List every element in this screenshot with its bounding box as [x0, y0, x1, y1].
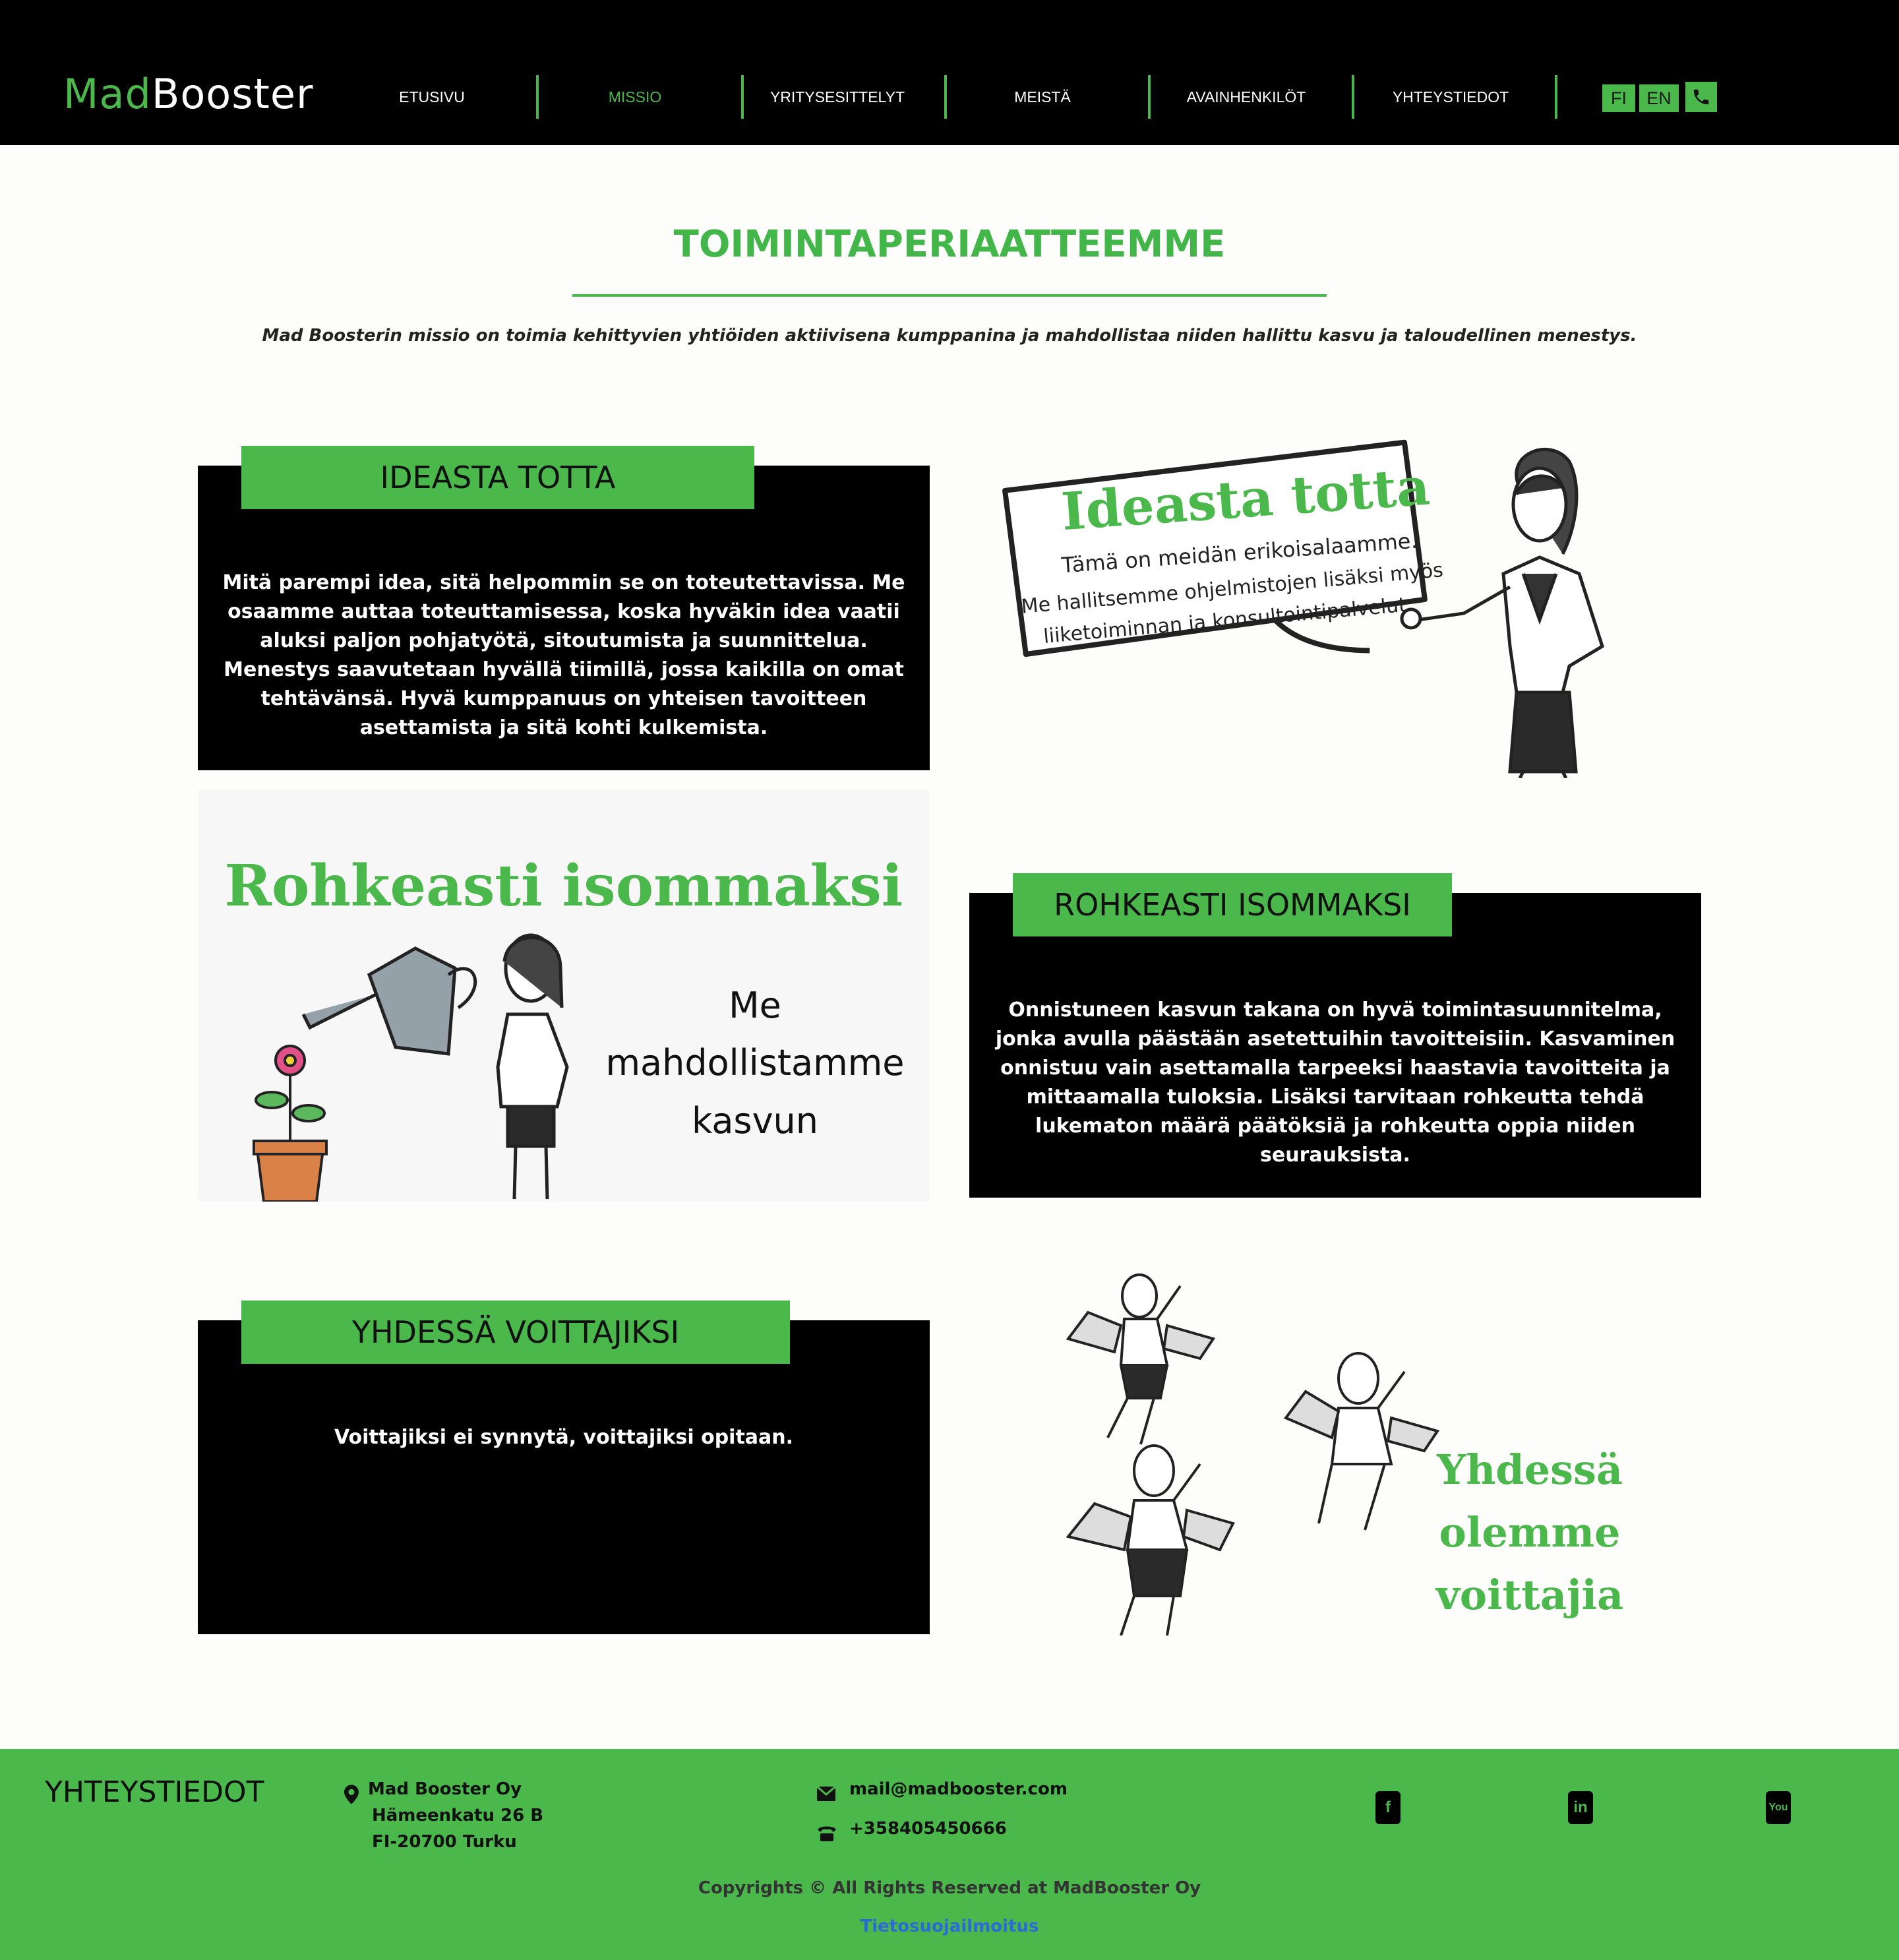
flying-woman-bottom-figure — [1066, 1444, 1235, 1636]
linkedin-icon[interactable]: in — [1568, 1791, 1593, 1824]
illustration-rohkeasti: Rohkeasti isommaksi Me mahdollistamme ka… — [198, 790, 930, 1202]
illus-yhdessa-line2: olemme — [1439, 1508, 1620, 1556]
card-yhdessa-voittajiksi — [198, 1320, 930, 1634]
location-pin-icon — [344, 1785, 359, 1804]
illus-yhdessa-line1: Yhdessä — [1436, 1446, 1623, 1494]
flying-man-figure — [1283, 1352, 1440, 1531]
telephone-icon — [818, 1826, 836, 1841]
site-header: MadBooster ETUSIVU MISSIO YRITYSESITTELY… — [0, 0, 1899, 145]
card-heading-rohkeasti: ROHKEASTI ISOMMAKSI — [1013, 873, 1452, 936]
nav-divider — [1148, 75, 1151, 119]
card-text-ideasta: Mitä parempi idea, sitä helpommin se on … — [222, 571, 905, 739]
page-title: TOIMINTAPERIAATTEEMME — [673, 223, 1226, 266]
illus-rohkeasti-line3: kasvun — [692, 1100, 818, 1142]
nav-divider — [944, 75, 947, 119]
footer-city: FI-20700 Turku — [372, 1832, 517, 1852]
title-underline — [572, 294, 1327, 297]
illus-rohkeasti-line2: mahdollistamme — [605, 1042, 904, 1084]
logo-part-booster: Booster — [151, 70, 314, 118]
youtube-icon[interactable]: You — [1766, 1791, 1791, 1824]
woman-figure — [496, 933, 569, 1200]
nav-divider — [1352, 75, 1354, 119]
presenter-figure — [1400, 448, 1604, 778]
mail-icon — [816, 1786, 836, 1801]
illus-rohkeasti-title: Rohkeasti isommaksi — [225, 853, 903, 919]
card-heading-yhdessa: YHDESSÄ VOITTAJIKSI — [241, 1301, 790, 1364]
card-text-rohkeasti: Onnistuneen kasvun takana on hyvä toimin… — [995, 998, 1675, 1167]
lang-fi-button[interactable]: FI — [1602, 84, 1635, 112]
footer-company: Mad Booster Oy — [368, 1779, 522, 1799]
phone-button[interactable] — [1685, 82, 1717, 112]
logo[interactable]: MadBooster — [63, 70, 314, 118]
illustration-yhdessa: Yhdessä olemme voittajia — [989, 1266, 1662, 1636]
nav-item-avainhenkilot[interactable]: AVAINHENKILÖT — [1167, 74, 1325, 120]
facebook-icon[interactable]: f — [1375, 1791, 1401, 1824]
copyright-text: Copyrights © All Rights Reserved at MadB… — [698, 1878, 1201, 1898]
watering-can-icon — [301, 946, 477, 1056]
page: MadBooster ETUSIVU MISSIO YRITYSESITTELY… — [0, 0, 1899, 1960]
flying-woman-top-figure — [1066, 1273, 1216, 1445]
footer-street: Hämeenkatu 26 B — [372, 1806, 544, 1825]
lang-en-button[interactable]: EN — [1639, 84, 1679, 112]
mission-statement: Mad Boosterin missio on toimia kehittyvi… — [262, 326, 1637, 346]
nav-item-yhteystiedot[interactable]: YHTEYSTIEDOT — [1372, 74, 1530, 120]
logo-part-mad: Mad — [63, 70, 152, 118]
illus-yhdessa-line3: voittajia — [1435, 1571, 1624, 1619]
nav-item-meista[interactable]: MEISTÄ — [980, 74, 1105, 120]
footer-phone[interactable]: +358405450666 — [849, 1819, 1007, 1839]
footer-title: YHTEYSTIEDOT — [45, 1775, 264, 1809]
card-heading-ideasta: IDEASTA TOTTA — [241, 446, 754, 509]
footer-email[interactable]: mail@madbooster.com — [849, 1779, 1068, 1799]
illus-rohkeasti-line1: Me — [729, 985, 781, 1026]
flower-pot-icon — [253, 1045, 328, 1202]
phone-icon — [1693, 89, 1709, 105]
illustration-ideasta-totta: Ideasta totta Tämä on meidän erikoisalaa… — [989, 429, 1662, 778]
nav-divider — [1555, 75, 1557, 119]
nav-item-yritysesittelyt[interactable]: YRITYSESITTELYT — [758, 74, 917, 120]
nav-divider — [536, 75, 539, 119]
card-text-yhdessa: Voittajiksi ei synnytä, voittajiksi opit… — [334, 1426, 794, 1449]
nav-item-missio[interactable]: MISSIO — [572, 74, 698, 120]
nav-divider — [741, 75, 744, 119]
nav-item-etusivu[interactable]: ETUSIVU — [369, 74, 495, 120]
privacy-link[interactable]: Tietosuojailmoitus — [0, 1916, 1899, 1936]
